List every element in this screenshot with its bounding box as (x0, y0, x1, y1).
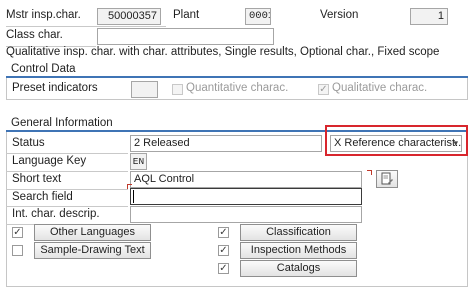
int-char-descrip-label: Int. char. descrip. (12, 208, 100, 220)
row-divider (6, 26, 166, 27)
short-text-field[interactable]: AQL Control (130, 171, 362, 188)
language-key-field[interactable]: EN (130, 153, 147, 170)
classification-button[interactable]: Classification (240, 224, 357, 241)
qualitative-checkbox[interactable]: ✓ (318, 84, 329, 95)
mstr-insp-char-field[interactable]: 50000357 (97, 8, 161, 25)
inspection-methods-check[interactable]: ✓ (218, 245, 229, 256)
class-char-field[interactable] (97, 28, 274, 45)
row-divider (6, 171, 128, 172)
row-divider (6, 189, 128, 190)
classification-check[interactable]: ✓ (218, 227, 229, 238)
version-label: Version (320, 9, 359, 21)
row-divider (6, 153, 128, 154)
row-divider (6, 206, 128, 207)
other-languages-check[interactable]: ✓ (12, 227, 23, 238)
status-dropdown[interactable]: 2 Released (130, 135, 322, 152)
qualitative-label: Qualitative charac. (332, 82, 428, 94)
mstr-insp-char-label: Mstr insp.char. (6, 9, 81, 21)
status-label: Status (12, 137, 45, 149)
search-field-input[interactable] (130, 188, 362, 205)
sample-drawing-check[interactable] (12, 245, 23, 256)
general-info-title: General Information (11, 117, 113, 129)
control-data-title: Control Data (11, 63, 76, 75)
class-char-label: Class char. (6, 29, 63, 41)
long-text-button[interactable] (376, 170, 398, 188)
highlight-box (325, 125, 468, 156)
edit-document-icon (381, 172, 393, 185)
other-languages-button[interactable]: Other Languages (34, 224, 151, 241)
quantitative-label: Quantitative charac. (186, 82, 289, 94)
preset-indicators-field[interactable] (131, 81, 158, 98)
int-char-descrip-field[interactable] (130, 206, 362, 223)
text-cursor (133, 190, 134, 203)
search-field-label: Search field (12, 191, 73, 203)
plant-label: Plant (173, 9, 200, 21)
status-value: 2 Released (134, 137, 190, 149)
plant-field[interactable]: 0001 (245, 8, 271, 25)
sample-drawing-button[interactable]: Sample-Drawing Text (34, 242, 151, 259)
catalogs-check[interactable]: ✓ (218, 263, 229, 274)
inspection-methods-button[interactable]: Inspection Methods (240, 242, 357, 259)
edit-corner-marker (367, 170, 372, 175)
characteristic-description: Qualitative insp. char. with char. attri… (6, 46, 440, 58)
edit-corner-marker (127, 184, 132, 189)
language-key-label: Language Key (12, 155, 87, 167)
version-field[interactable]: 1 (410, 8, 448, 25)
quantitative-checkbox[interactable] (172, 84, 183, 95)
short-text-label: Short text (12, 173, 62, 185)
catalogs-button[interactable]: Catalogs (240, 260, 357, 277)
preset-indicators-label: Preset indicators (12, 82, 98, 94)
